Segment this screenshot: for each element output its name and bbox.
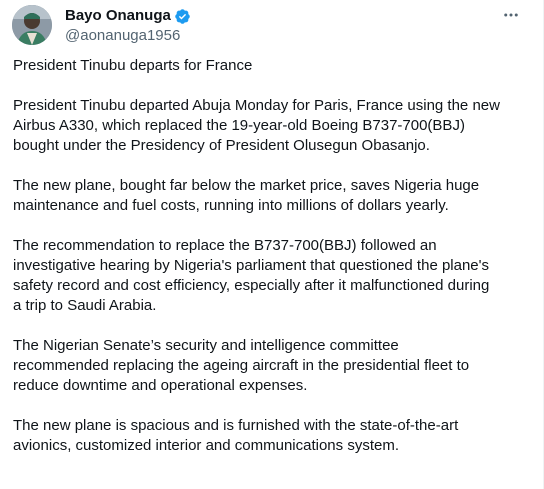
- tweet-text: President Tinubu departs for France Pres…: [13, 56, 528, 476]
- post-paragraph: President Tinubu departed Abuja Monday f…: [13, 97, 500, 154]
- avatar[interactable]: [12, 5, 52, 45]
- post-paragraph: The new plane, bought far below the mark…: [13, 177, 480, 214]
- tweet-card: Bayo Onanuga @aonanuga1956 President Tin…: [0, 0, 544, 489]
- display-name[interactable]: Bayo Onanuga: [65, 6, 171, 26]
- post-paragraph: The Nigerian Senate’s security and intel…: [13, 337, 470, 394]
- tweet-header: Bayo Onanuga @aonanuga1956: [12, 5, 531, 45]
- author-handle[interactable]: @aonanuga1956: [65, 26, 191, 46]
- post-paragraph: President Tinubu departs for France: [13, 57, 253, 74]
- post-paragraph: The new plane is spacious and is furnish…: [13, 417, 459, 454]
- verified-badge-icon: [174, 8, 191, 25]
- author-names: Bayo Onanuga @aonanuga1956: [65, 6, 191, 46]
- display-name-row: Bayo Onanuga: [65, 6, 191, 26]
- post-paragraph: The recommendation to replace the B737-7…: [13, 237, 490, 314]
- more-horizontal-icon[interactable]: [499, 5, 523, 25]
